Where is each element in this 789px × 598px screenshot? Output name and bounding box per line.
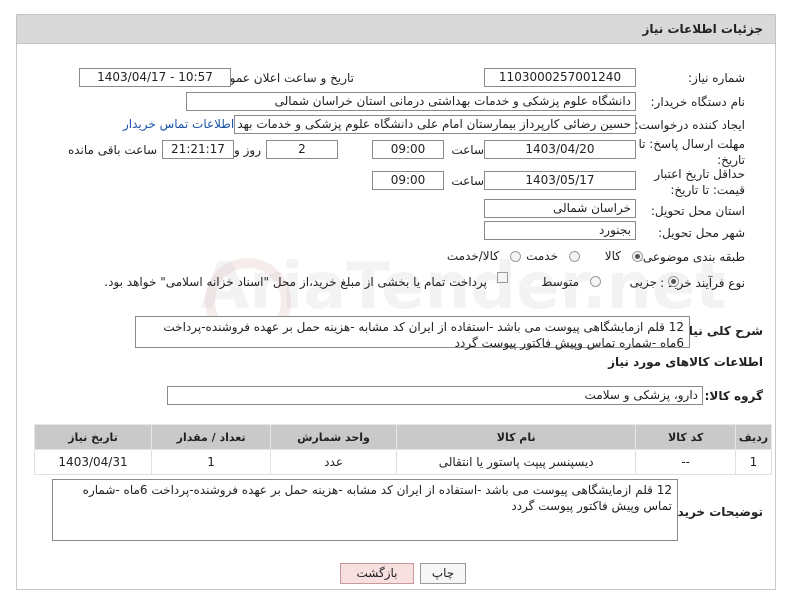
province-label: استان محل تحویل: bbox=[650, 204, 745, 218]
announce-datetime-field: 1403/04/17 - 10:57 bbox=[79, 68, 231, 87]
province-field: خراسان شمالی bbox=[484, 199, 636, 218]
validity-time-field: 09:00 bbox=[372, 171, 444, 190]
buyer-org-field: دانشگاه علوم پزشکی و خدمات بهداشتی درمان… bbox=[186, 92, 636, 111]
treasury-payment-checkbox[interactable] bbox=[497, 272, 508, 283]
goods-group-label: گروه کالا: bbox=[704, 389, 763, 403]
col-name: نام کالا bbox=[395, 424, 637, 450]
treasury-payment-note: پرداخت تمام یا بخشی از مبلغ خرید،از محل … bbox=[104, 275, 487, 289]
category-service-text: خدمت bbox=[526, 249, 558, 263]
remaining-label: ساعت باقی مانده bbox=[67, 143, 157, 157]
goods-section-title: اطلاعات کالاهای مورد نیاز bbox=[608, 355, 763, 369]
page-header: جزئیات اطلاعات نیاز bbox=[16, 14, 776, 44]
validity-label: حداقل تاریخ اعتبار قیمت: تا تاریخ: bbox=[654, 167, 745, 197]
goods-table: ردیف کد کالا نام کالا واحد شمارش تعداد /… bbox=[33, 424, 773, 475]
buyer-notes-textarea: 12 قلم ازمایشگاهی پیوست می باشد -استفاده… bbox=[52, 479, 678, 541]
reply-time-field: 09:00 bbox=[372, 140, 444, 159]
category-both-radio[interactable] bbox=[510, 251, 521, 262]
description-textarea: 12 قلم ازمایشگاهی پیوست می باشد -استفاده… bbox=[135, 316, 690, 350]
print-button[interactable]: چاپ bbox=[420, 563, 466, 584]
buyer-org-label: نام دستگاه خریدار: bbox=[650, 95, 746, 109]
need-number-field: 1103000257001240 bbox=[484, 68, 636, 87]
city-label: شهر محل تحویل: bbox=[658, 226, 745, 240]
process-minor-text: جزیی bbox=[629, 275, 657, 289]
category-service-radio[interactable] bbox=[569, 251, 580, 262]
remaining-time-field: 21:21:17 bbox=[162, 140, 234, 159]
goods-table-header: ردیف کد کالا نام کالا واحد شمارش تعداد /… bbox=[33, 424, 773, 450]
page-title: جزئیات اطلاعات نیاز bbox=[642, 22, 763, 36]
process-medium-radio[interactable] bbox=[590, 276, 601, 287]
process-medium-text: متوسط bbox=[541, 275, 579, 289]
reply-time-label: ساعت bbox=[451, 143, 484, 157]
goods-group-field: دارو، پزشکی و سلامت bbox=[167, 386, 703, 405]
cell-unit: عدد bbox=[270, 449, 397, 475]
col-qty: تعداد / مقدار bbox=[151, 424, 272, 450]
buyer-contact-link[interactable]: اطلاعات تماس خریدار bbox=[123, 117, 234, 131]
col-unit: واحد شمارش bbox=[270, 424, 397, 450]
days-remaining-field: 2 bbox=[266, 140, 338, 159]
col-row: ردیف bbox=[734, 424, 773, 450]
cell-row: 1 bbox=[734, 449, 773, 475]
table-row: 1 -- دیسپنسر پیپت پاستور یا انتقالی عدد … bbox=[33, 449, 773, 475]
validity-time-label: ساعت bbox=[451, 174, 484, 188]
cell-name: دیسپنسر پیپت پاستور یا انتقالی bbox=[395, 449, 637, 475]
category-both-text: کالا/خدمت bbox=[446, 249, 499, 263]
category-goods-text: کالا bbox=[604, 249, 621, 263]
category-label: طبقه بندی موضوعی: bbox=[638, 250, 745, 264]
col-code: کد کالا bbox=[635, 424, 736, 450]
cell-qty: 1 bbox=[151, 449, 272, 475]
days-label: روز و bbox=[234, 143, 261, 157]
col-date: تاریخ نیاز bbox=[33, 424, 153, 450]
reply-deadline-label: مهلت ارسال پاسخ: تا تاریخ: bbox=[638, 137, 745, 167]
need-number-label: شماره نیاز: bbox=[688, 71, 745, 85]
reply-date-field: 1403/04/20 bbox=[484, 140, 636, 159]
process-minor-radio[interactable] bbox=[668, 276, 679, 287]
validity-date-field: 1403/05/17 bbox=[484, 171, 636, 190]
cell-date: 1403/04/31 bbox=[33, 449, 153, 475]
creator-label: ایجاد کننده درخواست: bbox=[634, 118, 745, 132]
category-goods-radio[interactable] bbox=[632, 251, 643, 262]
creator-field: حسین رضائی کارپرداز بیمارستان امام علی د… bbox=[234, 115, 636, 134]
cell-code: -- bbox=[635, 449, 736, 475]
back-button[interactable]: بازگشت bbox=[340, 563, 414, 584]
city-field: بجنورد bbox=[484, 221, 636, 240]
